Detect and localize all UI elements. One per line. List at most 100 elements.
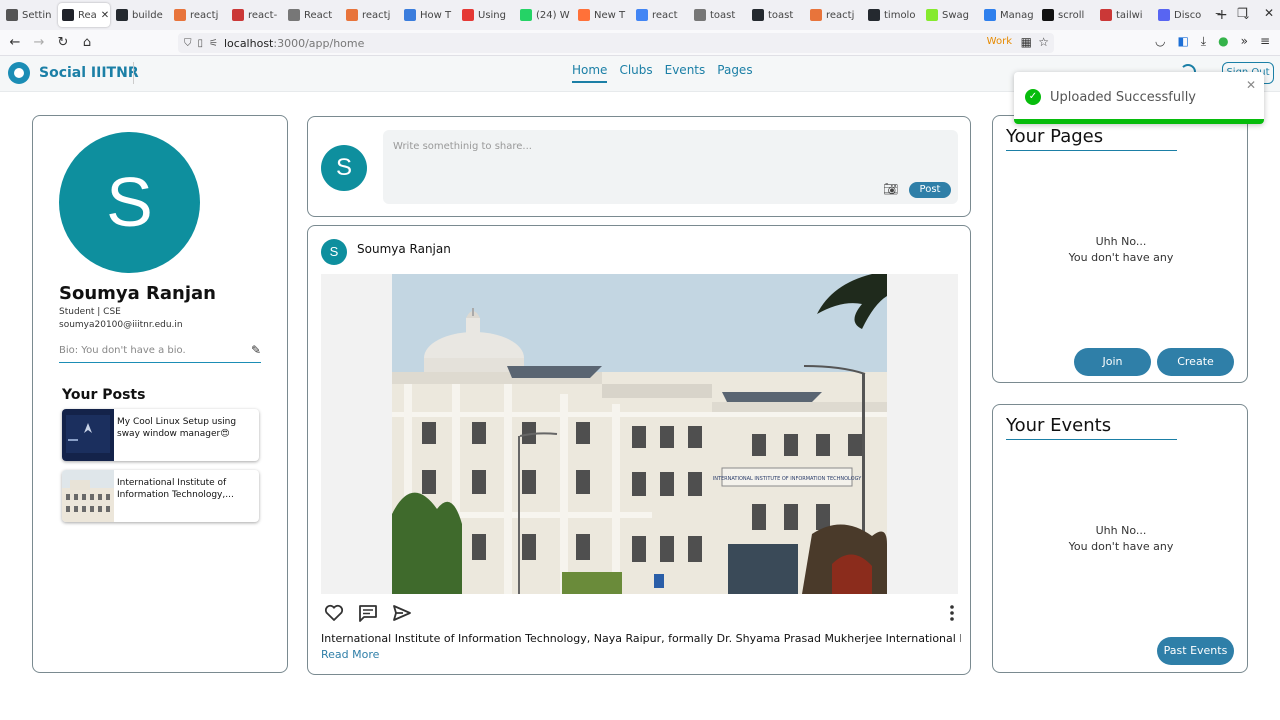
like-heart-icon[interactable] (324, 604, 344, 622)
bio-text: Bio: You don't have a bio. (59, 345, 186, 356)
tab-label: Settin (22, 9, 52, 21)
qr-icon[interactable]: ▦ (1021, 35, 1032, 49)
browser-tab[interactable]: scroll (1038, 3, 1094, 27)
nav-home[interactable]: Home (572, 63, 608, 83)
minimize-icon[interactable]: – (1215, 6, 1221, 20)
toast-notification[interactable]: ✓ Uploaded Successfully ✕ (1014, 72, 1264, 124)
add-photo-icon[interactable]: 📷︎ (883, 182, 898, 196)
back-icon[interactable]: ← (3, 35, 27, 50)
nav-pages[interactable]: Pages (717, 63, 752, 83)
browser-tab[interactable]: toast (748, 3, 804, 27)
tab-label: (24) W (536, 9, 570, 21)
browser-tab[interactable]: reactj (170, 3, 226, 27)
downloads-icon[interactable]: ⤓ (1201, 34, 1206, 49)
feed-post: S Soumya Ranjan INTERNATIONAL INSTITUTE … (307, 225, 971, 675)
browser-tab[interactable]: react (632, 3, 688, 27)
browser-tab[interactable]: (24) W (516, 3, 572, 27)
pocket-icon[interactable]: ◡ (1155, 34, 1165, 49)
nav-clubs[interactable]: Clubs (619, 63, 652, 83)
close-icon[interactable]: ✕ (1246, 78, 1256, 92)
tab-label: react (652, 9, 678, 21)
share-send-icon[interactable] (392, 604, 412, 622)
toolbar-icons: ◡ ◧ ⤓ ● » ≡ (1155, 34, 1270, 49)
empty-line: You don't have any (1068, 251, 1174, 264)
nav-events[interactable]: Events (665, 63, 706, 83)
read-more-link[interactable]: Read More (321, 648, 379, 661)
tab-label: Swag (942, 9, 970, 21)
browser-tab[interactable]: Rea ✕ (58, 3, 110, 27)
close-window-icon[interactable]: ✕ (1264, 6, 1274, 20)
post-caption: International Institute of Information T… (321, 632, 961, 645)
browser-tab[interactable]: How T (400, 3, 456, 27)
browser-tab[interactable]: Disco (1154, 3, 1210, 27)
bookmark-star-icon[interactable]: ☆ (1038, 35, 1049, 49)
create-button[interactable]: Create (1157, 348, 1234, 376)
past-events-button[interactable]: Past Events (1157, 637, 1234, 665)
brand-name[interactable]: Social IIITNR (39, 65, 139, 81)
campus-building-image: INTERNATIONAL INSTITUTE OF INFORMATION T… (321, 274, 958, 594)
tab-strip: Settin Rea ✕ builde reactj react- React reactj H… (0, 3, 1210, 27)
join-button[interactable]: Join (1074, 348, 1151, 376)
post-title: My Cool Linux Setup using sway window ma… (117, 417, 237, 439)
main-nav: Home Clubs Events Pages (572, 63, 753, 83)
more-options-icon[interactable] (946, 604, 958, 622)
divider (1006, 439, 1177, 440)
tab-label: toast (768, 9, 794, 21)
post-author[interactable]: Soumya Ranjan (357, 242, 451, 256)
tab-label: timolo (884, 9, 916, 21)
post-button[interactable]: Post (909, 182, 951, 198)
list-item[interactable]: My Cool Linux Setup using sway window ma… (62, 409, 259, 461)
browser-tab[interactable]: toast (690, 3, 746, 27)
edit-pencil-icon[interactable]: ✎ (251, 343, 261, 357)
shield-icon[interactable]: ⛉ (184, 38, 192, 49)
browser-tab[interactable]: New T (574, 3, 630, 27)
browser-tab[interactable]: tailwi (1096, 3, 1152, 27)
browser-tab[interactable]: Using (458, 3, 514, 27)
tab-label: reactj (362, 9, 391, 21)
divider (133, 62, 134, 84)
browser-tab[interactable]: react- (228, 3, 282, 27)
post-title: International Institute of Information T… (117, 478, 234, 500)
empty-line: You don't have any (1068, 540, 1174, 553)
divider (1006, 150, 1177, 151)
url-text[interactable]: localhost:3000/app/home (224, 37, 364, 50)
close-tab-icon[interactable]: ✕ (101, 10, 109, 21)
vpn-icon[interactable]: ● (1218, 34, 1228, 49)
browser-tab[interactable]: Settin (2, 3, 56, 27)
building-sign-text: INTERNATIONAL INSTITUTE OF INFORMATION T… (713, 476, 862, 482)
container-badge[interactable]: Work (987, 36, 1012, 47)
tab-label: tailwi (1116, 9, 1143, 21)
reload-icon[interactable]: ↻ (51, 35, 75, 50)
restore-icon[interactable]: ❐ (1237, 6, 1248, 20)
permissions-icon[interactable]: ⚟ (209, 38, 218, 49)
post-image[interactable]: INTERNATIONAL INSTITUTE OF INFORMATION T… (321, 274, 958, 594)
tab-label: builde (132, 9, 163, 21)
browser-tab[interactable]: Swag (922, 3, 978, 27)
menu-icon[interactable]: ≡ (1260, 34, 1270, 49)
browser-tab[interactable]: builde (112, 3, 168, 27)
browser-tab-bar: Settin Rea ✕ builde reactj react- React reactj H… (0, 0, 1280, 30)
bio-field[interactable]: Bio: You don't have a bio. ✎ (59, 343, 261, 363)
comment-icon[interactable] (358, 604, 378, 622)
logo-icon[interactable] (8, 62, 30, 84)
home-icon[interactable]: ⌂ (75, 35, 99, 50)
forward-icon[interactable]: → (27, 35, 51, 50)
browser-tab[interactable]: React (284, 3, 340, 27)
extension-icon[interactable]: ◧ (1177, 34, 1188, 49)
url-bar[interactable]: ⛉ ▯ ⚟ localhost:3000/app/home Work ▦ ☆ (178, 33, 1054, 53)
browser-tab[interactable]: reactj (806, 3, 862, 27)
your-events-panel: Your Events Uhh No... You don't have any… (992, 404, 1248, 673)
your-pages-panel: Your Pages Uhh No... You don't have any … (992, 115, 1248, 383)
tab-label: Manag (1000, 9, 1034, 21)
tab-label: New T (594, 9, 626, 21)
list-item[interactable]: International Institute of Information T… (62, 470, 259, 522)
google-icon (636, 9, 648, 21)
browser-tab[interactable]: Manag (980, 3, 1036, 27)
profile-name: Soumya Ranjan (59, 283, 216, 304)
window-controls: – ❐ ✕ (1215, 6, 1274, 20)
post-text-input[interactable]: Write somethinig to share... 📷︎ Post (383, 130, 958, 204)
browser-tab[interactable]: timolo (864, 3, 920, 27)
more-tools-icon[interactable]: » (1241, 34, 1248, 49)
tab-label: Using (478, 9, 506, 21)
browser-tab[interactable]: reactj (342, 3, 398, 27)
